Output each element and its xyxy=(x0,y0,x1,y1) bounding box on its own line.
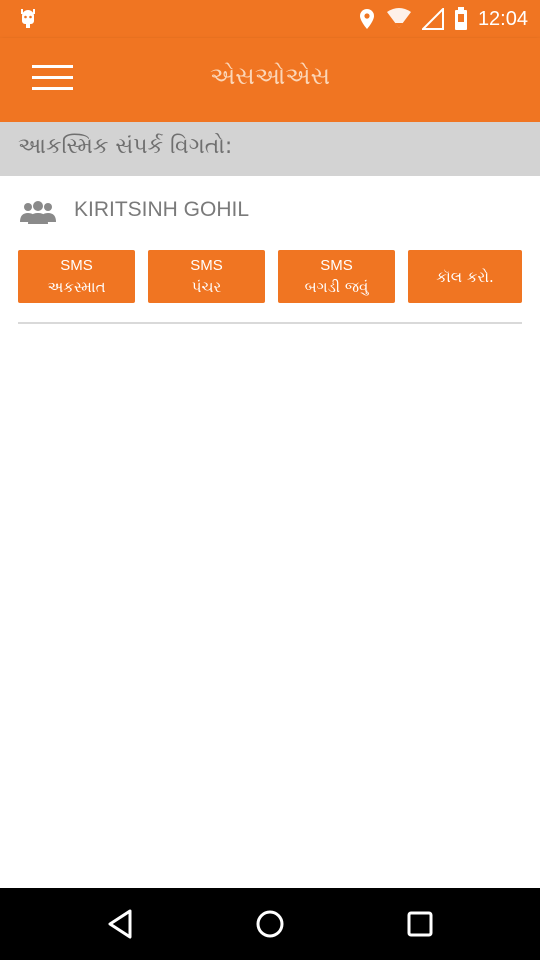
divider xyxy=(18,322,522,324)
section-header: આકસ્મિક સંપર્ક વિગતો: xyxy=(0,122,540,176)
signal-icon xyxy=(421,8,444,30)
recents-icon[interactable] xyxy=(402,906,438,942)
button-label-sms: SMS xyxy=(60,256,93,274)
android-notification-icon xyxy=(21,9,35,28)
button-label: અકસ્માત xyxy=(47,277,106,296)
button-label: બગડી જવું xyxy=(304,277,369,296)
button-label-sms: SMS xyxy=(190,256,223,274)
button-label-sms: SMS xyxy=(320,256,353,274)
back-icon[interactable] xyxy=(102,906,138,942)
location-icon xyxy=(359,9,374,29)
home-icon[interactable] xyxy=(252,906,288,942)
group-icon xyxy=(20,201,56,224)
call-button[interactable]: કૉલ કરો. xyxy=(408,250,522,303)
section-title: આકસ્મિક સંપર્ક વિગતો: xyxy=(18,134,233,159)
status-bar: 12:04 xyxy=(0,0,540,38)
wifi-icon xyxy=(386,8,411,28)
sms-breakdown-button[interactable]: SMS બગડી જવું xyxy=(278,250,395,303)
button-label: કૉલ કરો. xyxy=(436,267,494,286)
contact-name: KIRITSINH GOHIL xyxy=(74,198,250,221)
status-time: 12:04 xyxy=(477,7,528,30)
sms-puncture-button[interactable]: SMS પંચર xyxy=(148,250,265,303)
navigation-bar xyxy=(0,888,540,960)
page-title: એસઓએસ xyxy=(209,62,331,90)
button-label: પંચર xyxy=(191,277,222,296)
sms-accident-button[interactable]: SMS અકસ્માત xyxy=(18,250,135,303)
app-bar: એસઓએસ xyxy=(0,38,540,122)
battery-icon xyxy=(454,7,467,30)
contact-row: KIRITSINH GOHIL xyxy=(0,188,540,236)
